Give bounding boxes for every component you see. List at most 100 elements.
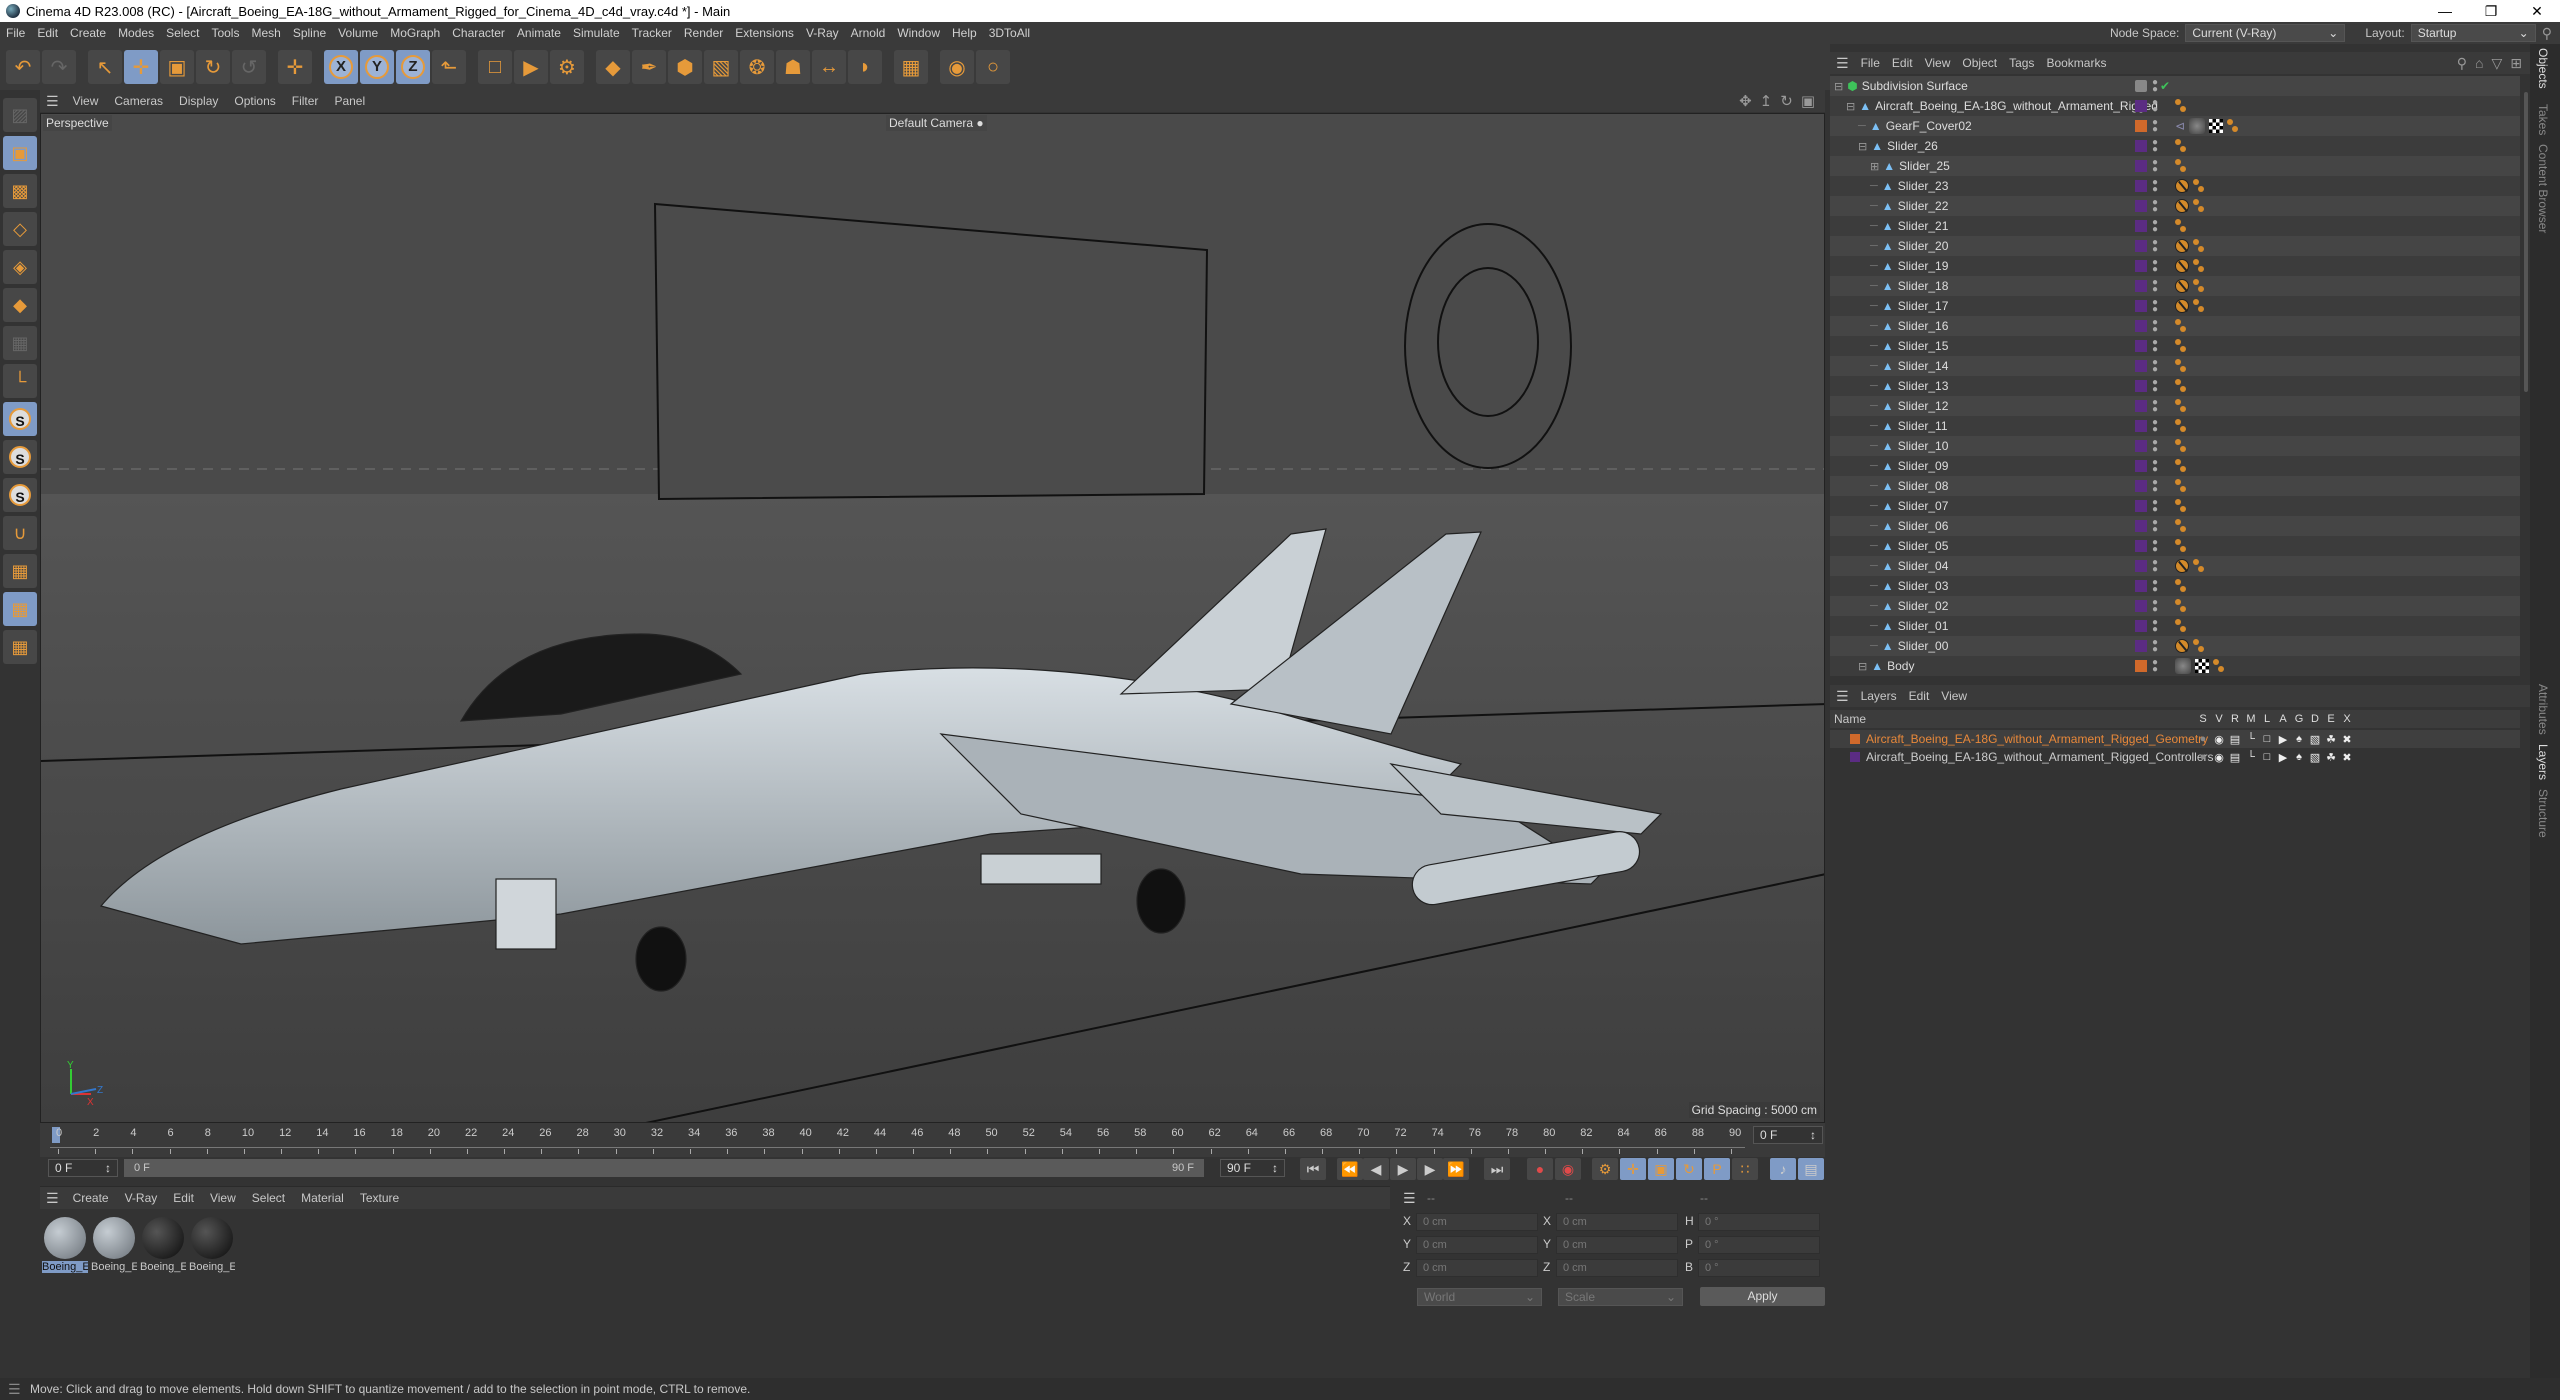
points-mode-button[interactable]: ◇ [3, 212, 37, 246]
menu-modes[interactable]: Modes [112, 26, 160, 40]
layer-menu-view[interactable]: View [1935, 689, 1973, 703]
object-menu-object[interactable]: Object [1956, 56, 2003, 70]
layout-dropdown[interactable]: Startup ⌄ [2410, 24, 2536, 42]
layer-solo-toggle-icon[interactable]: ● [2195, 751, 2211, 764]
expand-toggle-icon[interactable]: ⊟ [1846, 100, 1855, 113]
object-row[interactable]: ─ ▲ Slider_08 ● ● [1830, 476, 2520, 496]
enabled-check-icon[interactable]: ✔ [2160, 79, 2170, 93]
layer-column-s[interactable]: S [2195, 713, 2211, 725]
filter-icon[interactable]: ▽ [2491, 55, 2502, 72]
transform-button[interactable]: ✛ [278, 50, 312, 84]
scale-button[interactable]: ▣ [160, 50, 194, 84]
layer-visible-editor-toggle-icon[interactable]: ◉ [2211, 751, 2227, 764]
layer-xrefs-toggle-icon[interactable]: ✖ [2339, 751, 2355, 764]
display-tag-icon[interactable] [2175, 459, 2187, 473]
object-row[interactable]: ─ ▲ Slider_10 ● ● [1830, 436, 2520, 456]
align-workplane-button[interactable]: ▦ [3, 630, 37, 664]
vertex-map-tag-icon[interactable]: ⊲ [2175, 119, 2185, 133]
side-tab-attributes[interactable]: Attributes [2536, 684, 2550, 735]
next-key-button[interactable]: ⏩ [1443, 1158, 1469, 1180]
layer-color-swatch[interactable] [2135, 220, 2147, 232]
material-menu-texture[interactable]: Texture [352, 1191, 407, 1205]
select-button[interactable]: ↖ [88, 50, 122, 84]
object-row[interactable]: ─ ▲ Slider_16 ● ● [1830, 316, 2520, 336]
layer-color-swatch[interactable] [2135, 100, 2147, 112]
object-menu-tags[interactable]: Tags [2003, 56, 2040, 70]
snap-settings-button[interactable]: S [3, 440, 37, 474]
display-tag-icon[interactable] [2227, 119, 2239, 133]
viewport-menu-options[interactable]: Options [226, 94, 283, 108]
display-tag-icon[interactable] [2175, 219, 2187, 233]
visibility-dots[interactable]: ● ● [2152, 558, 2158, 575]
visibility-dots[interactable]: ● ● [2152, 398, 2158, 415]
film-button[interactable]: ▤ [1798, 1158, 1824, 1180]
object-row[interactable]: ─ ▲ Slider_03 ● ● [1830, 576, 2520, 596]
display-tag-icon[interactable] [2193, 639, 2205, 653]
layer-color-swatch[interactable] [2135, 660, 2147, 672]
visibility-dots[interactable]: ● ● [2152, 278, 2158, 295]
display-tag-icon[interactable] [2175, 439, 2187, 453]
snap-button[interactable]: S [3, 402, 37, 436]
material-tag-icon[interactable] [2175, 658, 2191, 674]
hamburger-icon[interactable]: ☰ [40, 93, 65, 110]
polygons-mode-button[interactable]: ◆ [3, 288, 37, 322]
layer-color-swatch[interactable] [2135, 640, 2147, 652]
material-item[interactable]: Boeing_E [189, 1215, 235, 1275]
viewport-menu-panel[interactable]: Panel [326, 94, 373, 108]
render-view-button[interactable]: ▶ [514, 50, 548, 84]
max-frame-field[interactable]: 90 F ↕ [1220, 1159, 1285, 1177]
layer-column-v[interactable]: V [2211, 713, 2227, 725]
visibility-dots[interactable]: ● ● [2152, 638, 2158, 655]
layer-color-swatch[interactable] [1850, 734, 1860, 744]
workplane-button[interactable]: ▦ [3, 554, 37, 588]
display-tag-icon[interactable] [2175, 479, 2187, 493]
layer-column-l[interactable]: L [2259, 713, 2275, 725]
object-row[interactable]: ─ ▲ Slider_21 ● ● [1830, 216, 2520, 236]
object-row[interactable]: ─ ▲ Slider_23 ● ● [1830, 176, 2520, 196]
go-to-start-button[interactable]: ⏮ [1300, 1158, 1326, 1180]
layer-column-x[interactable]: X [2339, 713, 2355, 725]
move-button[interactable]: ✛ [124, 50, 158, 84]
viewport-menu-display[interactable]: Display [171, 94, 226, 108]
visibility-dots[interactable]: ● ● [2152, 418, 2158, 435]
object-row[interactable]: ─ ▲ Slider_01 ● ● [1830, 616, 2520, 636]
side-tab-takes[interactable]: Takes [2536, 104, 2550, 135]
light-button[interactable]: ○ [976, 50, 1010, 84]
object-row[interactable]: ─ ▲ Slider_02 ● ● [1830, 596, 2520, 616]
layer-color-swatch[interactable] [2135, 180, 2147, 192]
extrude-button[interactable]: ▧ [704, 50, 738, 84]
position-z-field[interactable]: 0 cm [1416, 1259, 1538, 1277]
layer-color-swatch[interactable] [2135, 320, 2147, 332]
timeline-ruler[interactable]: 0 2 4 6 8 10 12 14 16 18 20 22 24 26 28 30 32 34 36 38 40 42 4… [40, 1123, 1825, 1157]
size-y-field[interactable]: 0 cm [1556, 1236, 1678, 1254]
make-editable-button[interactable]: ▨ [3, 98, 37, 132]
object-row[interactable]: ⊟ ⬢ Subdivision Surface ● ● ✔ [1830, 76, 2520, 96]
visibility-dots[interactable]: ● ● [2152, 98, 2158, 115]
viewport-menu-cameras[interactable]: Cameras [106, 94, 171, 108]
undo-button[interactable]: ↶ [6, 50, 40, 84]
display-tag-icon[interactable] [2193, 239, 2205, 253]
object-row[interactable]: ─ ▲ Slider_07 ● ● [1830, 496, 2520, 516]
layer-deformers-toggle-icon[interactable]: ▧ [2307, 733, 2323, 746]
object-menu-bookmarks[interactable]: Bookmarks [2040, 56, 2112, 70]
display-tag-icon[interactable] [2193, 559, 2205, 573]
object-row[interactable]: ─ ▲ Slider_19 ● ● [1830, 256, 2520, 276]
coordinate-mode-dropdown[interactable]: World ⌄ [1417, 1288, 1542, 1306]
object-scrollbar[interactable] [2524, 92, 2528, 392]
display-tag-icon[interactable] [2193, 259, 2205, 273]
protection-tag-icon[interactable] [2175, 279, 2189, 293]
expand-toggle-icon[interactable]: ⊟ [1858, 660, 1867, 673]
visibility-dots[interactable]: ● ● [2152, 118, 2158, 135]
position-x-field[interactable]: 0 cm [1416, 1213, 1538, 1231]
visibility-dots[interactable]: ● ● [2152, 378, 2158, 395]
object-row[interactable]: ⊟ ▲ Slider_26 ● ● [1830, 136, 2520, 156]
layer-color-swatch[interactable] [2135, 360, 2147, 372]
layer-xrefs-toggle-icon[interactable]: ✖ [2339, 733, 2355, 746]
layer-expressions-toggle-icon[interactable]: ☘ [2323, 751, 2339, 764]
layer-column-e[interactable]: E [2323, 713, 2339, 725]
close-button[interactable]: ✕ [2514, 0, 2560, 22]
object-row[interactable]: ─ ▲ Slider_12 ● ● [1830, 396, 2520, 416]
object-row[interactable]: ─ ▲ Slider_18 ● ● [1830, 276, 2520, 296]
visibility-dots[interactable]: ● ● [2152, 578, 2158, 595]
visibility-dots[interactable]: ● ● [2152, 538, 2158, 555]
